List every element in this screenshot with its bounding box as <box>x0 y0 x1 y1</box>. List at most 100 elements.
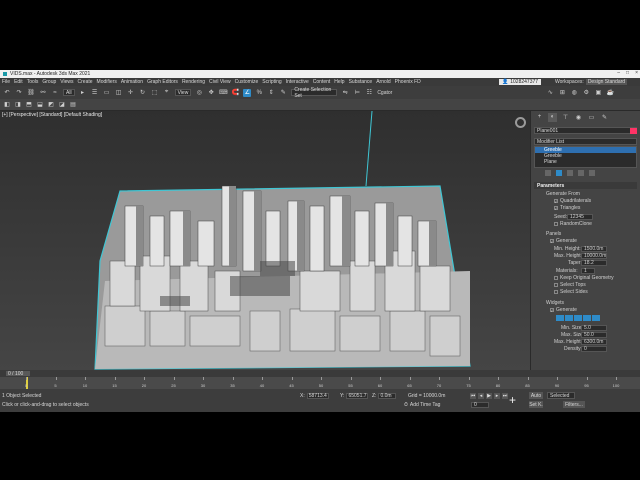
menu-graph-editors[interactable]: Graph Editors <box>147 79 178 85</box>
keep-original-option[interactable]: Keep Original Geometry <box>554 275 614 281</box>
menu-rendering[interactable]: Rendering <box>182 79 205 85</box>
ribbon-tool-4-icon[interactable]: ⬓ <box>36 101 44 109</box>
menu-edit[interactable]: Edit <box>14 79 23 85</box>
select-manipulate-icon[interactable]: ✥ <box>207 89 215 97</box>
menu-animation[interactable]: Animation <box>121 79 143 85</box>
undo-icon[interactable]: ↶ <box>3 89 11 97</box>
keep-original-checkbox[interactable] <box>554 276 558 280</box>
select-tops-checkbox[interactable] <box>554 283 558 287</box>
set-key-button[interactable]: Set K. <box>529 401 543 408</box>
place-icon[interactable]: ⌖ <box>163 89 171 97</box>
go-to-end-icon[interactable]: ⏭ <box>502 393 508 399</box>
rotate-icon[interactable]: ↻ <box>139 89 147 97</box>
time-slider-track[interactable]: 0 / 100 <box>0 370 640 377</box>
ribbon-tool-6-icon[interactable]: ◪ <box>58 101 66 109</box>
mirror-icon[interactable]: ⇋ <box>341 89 349 97</box>
triangles-checkbox[interactable]: ✓ <box>554 206 558 211</box>
schematic-view-icon[interactable]: ⊞ <box>558 89 566 97</box>
random-clone-checkbox[interactable] <box>554 222 558 226</box>
ribbon-tool-3-icon[interactable]: ⬒ <box>25 101 33 109</box>
rendered-frame-icon[interactable]: ▣ <box>594 89 602 97</box>
ribbon-tool-5-icon[interactable]: ◩ <box>47 101 55 109</box>
menu-phoenix-fd[interactable]: Phoenix FD <box>395 79 421 85</box>
previous-frame-icon[interactable]: ◂ <box>478 393 484 399</box>
window-crossing-icon[interactable]: ◫ <box>115 89 123 97</box>
widget-type-2-button[interactable] <box>565 315 573 321</box>
close-button[interactable]: × <box>635 70 638 76</box>
menu-content[interactable]: Content <box>313 79 331 85</box>
reference-coordinate-dropdown[interactable]: View <box>174 89 192 96</box>
menu-help[interactable]: Help <box>334 79 344 85</box>
widget-type-5-button[interactable] <box>592 315 600 321</box>
viewport-label[interactable]: [+] [Perspective] [Standard] [Default Sh… <box>2 112 102 118</box>
materials-input[interactable]: 1 <box>581 268 595 274</box>
remove-modifier-icon[interactable] <box>578 170 584 176</box>
auto-key-button[interactable]: Auto <box>529 392 543 399</box>
user-account[interactable]: 👤 1028247377 <box>499 79 542 85</box>
rect-selection-icon[interactable]: ▭ <box>103 89 111 97</box>
align-icon[interactable]: ⊨ <box>353 89 361 97</box>
minimize-button[interactable]: – <box>617 70 620 76</box>
z-value-input[interactable]: 0.0m <box>378 393 397 399</box>
widget-type-3-button[interactable] <box>574 315 582 321</box>
keyboard-shortcut-icon[interactable]: ⌨ <box>219 89 228 97</box>
density-input[interactable]: 0 <box>581 346 607 352</box>
menu-interactive[interactable]: Interactive <box>286 79 309 85</box>
select-by-name-icon[interactable]: ☰ <box>91 89 99 97</box>
seed-input[interactable]: 12345 <box>567 214 593 220</box>
angle-snap-icon[interactable]: ∠ <box>243 88 252 97</box>
modifier-list-dropdown[interactable]: Modifier List <box>534 138 637 145</box>
set-key-icon[interactable]: + <box>509 393 516 407</box>
min-size-input[interactable]: 5.0 <box>581 325 607 331</box>
percent-snap-icon[interactable]: % <box>255 89 263 97</box>
select-object-icon[interactable]: ▸ <box>79 89 87 97</box>
key-filter-dropdown[interactable]: Selected <box>547 392 575 399</box>
menu-tools[interactable]: Tools <box>27 79 39 85</box>
key-filters-button[interactable]: Filters... <box>563 401 585 408</box>
ribbon-tool-7-icon[interactable]: ▤ <box>69 101 77 109</box>
material-editor-icon[interactable]: ◍ <box>570 89 578 97</box>
x-value-input[interactable]: 58713.4 <box>306 393 329 399</box>
parameters-rollout[interactable]: Parameters <box>534 182 637 189</box>
object-name-field[interactable]: Plane001 <box>534 127 637 134</box>
widget-type-1-button[interactable] <box>556 315 564 321</box>
stack-item-plane[interactable]: Plane <box>535 159 636 165</box>
motion-tab-icon[interactable]: ◉ <box>574 113 583 122</box>
render-icon[interactable]: ☕ <box>606 89 614 97</box>
unlink-icon[interactable]: ⚯ <box>39 89 47 97</box>
random-clone-option[interactable]: RandomClone <box>554 221 592 227</box>
ribbon-tool-2-icon[interactable]: ◨ <box>14 101 22 109</box>
selection-filter-dropdown[interactable]: All <box>63 89 75 96</box>
pivot-center-icon[interactable]: ◎ <box>195 89 203 97</box>
hierarchy-tab-icon[interactable]: ⊤ <box>561 113 570 122</box>
menu-civil-view[interactable]: Civil View <box>209 79 231 85</box>
select-sides-option[interactable]: Select Sides <box>554 289 588 295</box>
render-setup-icon[interactable]: ⚙ <box>582 89 590 97</box>
configure-sets-icon[interactable] <box>589 170 595 176</box>
widget-type-4-button[interactable] <box>583 315 591 321</box>
utilities-tab-icon[interactable]: ✎ <box>600 113 609 122</box>
menu-substance[interactable]: Substance <box>349 79 373 85</box>
ribbon-tool-1-icon[interactable]: ◧ <box>3 101 11 109</box>
create-tab-icon[interactable]: + <box>535 113 544 122</box>
go-to-start-icon[interactable]: ⏮ <box>470 393 476 399</box>
max-size-input[interactable]: 50.0 <box>581 332 607 338</box>
widgets-generate-checkbox[interactable]: ✓ <box>550 308 554 313</box>
edit-named-selections-icon[interactable]: ✎ <box>279 89 287 97</box>
max-height-input[interactable]: 10000.0m <box>581 253 607 259</box>
min-height-input[interactable]: 1500.0m <box>581 246 607 252</box>
track-bar[interactable]: 0 5 10 15 20 25 30 35 40 45 50 55 60 65 70 75 80 85 90 95 10… <box>0 377 640 389</box>
menu-create[interactable]: Create <box>78 79 93 85</box>
show-end-result-icon[interactable] <box>556 170 562 176</box>
object-color-swatch[interactable] <box>630 128 637 134</box>
select-tops-option[interactable]: Select Tops <box>554 282 586 288</box>
menu-arnold[interactable]: Arnold <box>376 79 390 85</box>
panels-generate-option[interactable]: ✓ Generate <box>550 238 577 244</box>
taper-input[interactable]: 18.2 <box>581 260 607 266</box>
spinner-snap-icon[interactable]: ⇕ <box>267 89 275 97</box>
y-value-input[interactable]: 65051.7 <box>346 393 369 399</box>
panels-generate-checkbox[interactable]: ✓ <box>550 239 554 244</box>
pin-stack-icon[interactable] <box>545 170 551 176</box>
scale-icon[interactable]: ⬚ <box>151 89 159 97</box>
extra-toolbar-label[interactable]: Cgator <box>377 90 392 96</box>
